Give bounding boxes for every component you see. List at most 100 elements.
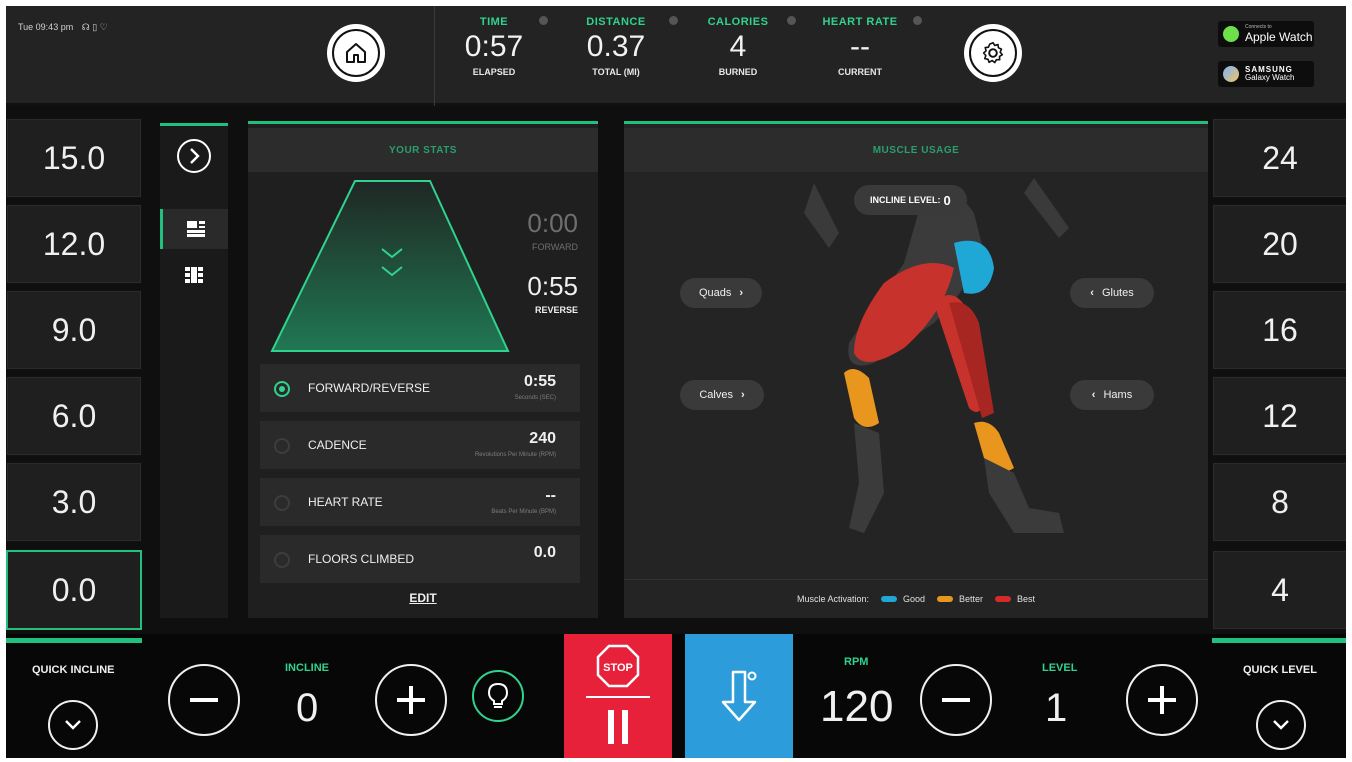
stat-value: 0:55 bbox=[523, 373, 556, 390]
incline-preset[interactable]: 9.0 bbox=[6, 290, 142, 370]
apple-watch-badge[interactable]: Connects to Apple Watch bbox=[1218, 21, 1314, 47]
muscle-usage-panel: MUSCLE USAGE INCLINE LEVEL: 0 Quads › Ca… bbox=[624, 121, 1208, 618]
home-button[interactable] bbox=[327, 24, 385, 82]
preset-value: 6.0 bbox=[51, 397, 97, 434]
apple-watch-label: Apple Watch bbox=[1245, 30, 1313, 44]
incline-increase-button[interactable] bbox=[375, 664, 447, 736]
stat-unit: Beats Per Minute (BPM) bbox=[491, 509, 556, 515]
panel-accent bbox=[248, 121, 598, 124]
incline-decrease-button[interactable] bbox=[168, 664, 240, 736]
incline-preset[interactable]: 12.0 bbox=[6, 204, 142, 284]
quick-incline-button[interactable] bbox=[48, 700, 98, 750]
preset-value: 15.0 bbox=[42, 139, 106, 176]
metric-distance: DISTANCE 0.37 TOTAL (MI) bbox=[556, 16, 678, 77]
level-value: 1 bbox=[1045, 686, 1068, 730]
stat-value: -- bbox=[545, 487, 556, 504]
incline-preset[interactable]: 3.0 bbox=[6, 462, 142, 542]
stat-unit: Seconds (SEC) bbox=[514, 395, 556, 401]
status-bar: Tue 09:43 pm ☊ ▯ ♡ bbox=[18, 22, 108, 33]
legend-title: Muscle Activation: bbox=[796, 594, 869, 604]
metric-sub: BURNED bbox=[718, 67, 758, 77]
quick-level-label: QUICK LEVEL bbox=[1243, 664, 1317, 676]
stat-row-forward-reverse[interactable]: FORWARD/REVERSE 0:55 Seconds (SEC) bbox=[260, 364, 580, 412]
metric-indicator-dot bbox=[669, 16, 678, 25]
reverse-label: REVERSE bbox=[534, 305, 578, 315]
panel-title: YOUR STATS bbox=[248, 128, 598, 172]
settings-button[interactable] bbox=[964, 24, 1022, 82]
home-icon bbox=[346, 43, 366, 63]
minus-icon bbox=[190, 698, 218, 702]
metric-value: 4 bbox=[729, 30, 747, 63]
hams-button[interactable]: ‹ Hams bbox=[1070, 380, 1154, 410]
level-preset[interactable]: 24 bbox=[1212, 118, 1346, 198]
samsung-watch-badge[interactable]: SAMSUNG Galaxy Watch bbox=[1218, 61, 1314, 87]
radio-unselected[interactable] bbox=[274, 495, 290, 511]
glutes-button[interactable]: ‹ Glutes bbox=[1070, 278, 1154, 308]
incline-preset-selected[interactable]: 0.0 bbox=[6, 550, 142, 630]
chevron-right-icon: › bbox=[740, 389, 745, 401]
phone-icon: ▯ bbox=[92, 22, 98, 32]
chevron-right-icon: › bbox=[739, 287, 744, 299]
forward-label: FORWARD bbox=[532, 242, 578, 252]
forward-time: 0:00 bbox=[527, 208, 578, 238]
leg-muscle-figure bbox=[804, 178, 1069, 533]
stats-view-icon bbox=[186, 221, 205, 237]
glutes-label: Glutes bbox=[1101, 287, 1134, 299]
legend-label: Best bbox=[1017, 594, 1036, 604]
gear-icon bbox=[982, 41, 1004, 64]
stat-row-floors-climbed[interactable]: FLOORS CLIMBED 0.0 bbox=[260, 535, 580, 583]
level-preset[interactable]: 20 bbox=[1212, 204, 1346, 284]
stat-row-cadence[interactable]: CADENCE 240 Revolutions Per Minute (RPM) bbox=[260, 421, 580, 469]
legend-swatch-best bbox=[995, 596, 1012, 602]
incline-level-badge: INCLINE LEVEL: 0 bbox=[854, 185, 967, 215]
incline-preset[interactable]: 6.0 bbox=[6, 376, 142, 456]
legend-swatch-better bbox=[937, 596, 954, 602]
level-preset[interactable]: 8 bbox=[1212, 462, 1346, 542]
muscle-legend: Muscle Activation: Good Better Best bbox=[624, 579, 1208, 618]
radio-unselected[interactable] bbox=[274, 438, 290, 454]
rpm-label: RPM bbox=[844, 656, 869, 668]
switcher-accent bbox=[160, 123, 228, 126]
reverse-direction-button[interactable] bbox=[685, 634, 793, 758]
chevron-left-icon: ‹ bbox=[1091, 389, 1096, 401]
grid-view-button[interactable] bbox=[160, 255, 228, 295]
pause-icon bbox=[608, 710, 628, 744]
lightbulb-icon bbox=[487, 682, 509, 708]
legend-label: Good bbox=[902, 594, 926, 604]
incline-level-label: INCLINE LEVEL: bbox=[870, 195, 941, 205]
expand-button[interactable] bbox=[160, 136, 228, 176]
stats-view-button[interactable] bbox=[160, 209, 228, 249]
coach-button[interactable] bbox=[472, 670, 524, 722]
panel-accent bbox=[624, 121, 1208, 124]
grid-view-icon bbox=[185, 267, 203, 283]
headphones-icon: ☊ bbox=[81, 22, 90, 32]
preset-value: 9.0 bbox=[51, 311, 97, 348]
calves-button[interactable]: Calves › bbox=[680, 380, 764, 410]
metric-label: HEART RATE bbox=[822, 16, 898, 28]
metric-indicator-dot bbox=[539, 16, 548, 25]
preset-value: 16 bbox=[1262, 311, 1298, 348]
metric-sub: CURRENT bbox=[838, 67, 882, 77]
radio-selected[interactable] bbox=[274, 381, 290, 397]
rpm-value: 120 bbox=[820, 682, 894, 731]
level-decrease-button[interactable] bbox=[920, 664, 992, 736]
chevron-down-icon bbox=[1273, 720, 1289, 730]
galaxy-watch-icon bbox=[1223, 66, 1239, 82]
quick-level-button[interactable] bbox=[1256, 700, 1306, 750]
edit-button[interactable]: EDIT bbox=[248, 591, 598, 605]
radio-unselected[interactable] bbox=[274, 552, 290, 568]
stat-row-heart-rate[interactable]: HEART RATE -- Beats Per Minute (BPM) bbox=[260, 478, 580, 526]
level-preset[interactable]: 16 bbox=[1212, 290, 1346, 370]
level-preset[interactable]: 4 bbox=[1212, 550, 1346, 630]
stop-sign-icon: STOP bbox=[596, 644, 640, 688]
level-label: LEVEL bbox=[1042, 662, 1078, 674]
level-increase-button[interactable] bbox=[1126, 664, 1198, 736]
quads-button[interactable]: Quads › bbox=[680, 278, 762, 308]
level-preset[interactable]: 12 bbox=[1212, 376, 1346, 456]
incline-preset[interactable]: 15.0 bbox=[6, 118, 142, 198]
metric-heart-rate: HEART RATE -- CURRENT bbox=[800, 16, 922, 77]
stop-pause-button[interactable]: STOP bbox=[564, 634, 672, 758]
incline-level-value: 0 bbox=[943, 192, 951, 208]
reverse-arrow-icon bbox=[721, 670, 757, 722]
calves-label: Calves bbox=[699, 389, 733, 401]
